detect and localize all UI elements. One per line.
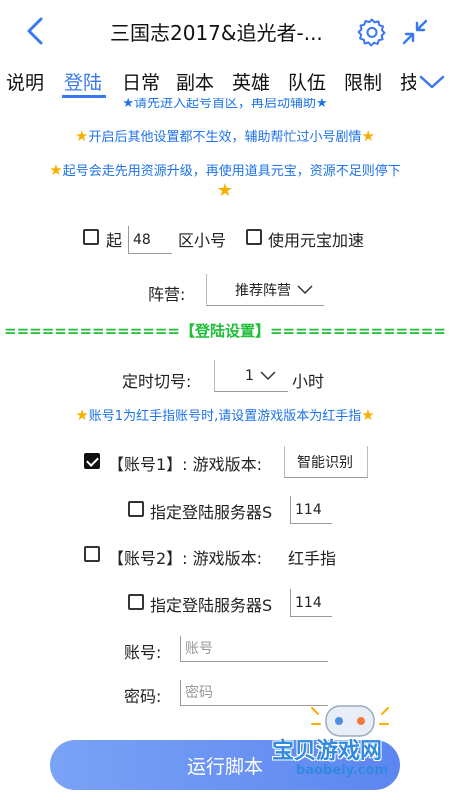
- chevron-down-icon: [260, 370, 276, 380]
- star-icon: ★: [75, 406, 89, 424]
- star-icon: ★: [361, 406, 375, 424]
- account1-server-checkbox[interactable]: [128, 501, 144, 517]
- star-icon: ★: [361, 127, 375, 145]
- tab-team[interactable]: 队伍: [288, 68, 326, 95]
- timer-hours-select[interactable]: 1: [214, 360, 288, 392]
- start-zone-checkbox[interactable]: [83, 229, 99, 245]
- tab-heroes[interactable]: 英雄: [232, 68, 270, 95]
- tab-dungeon[interactable]: 副本: [176, 68, 214, 95]
- account2-server-label: 指定登陆服务器S: [150, 596, 273, 615]
- ingot-speedup-label: 使用元宝加速: [268, 231, 365, 250]
- account2-server-checkbox[interactable]: [128, 594, 144, 610]
- chevron-left-icon: [27, 17, 43, 45]
- chevron-down-icon: [419, 75, 445, 89]
- star-icon: ★: [75, 127, 89, 145]
- star-icon: ★: [216, 180, 234, 201]
- account-label: 账号:: [124, 643, 162, 662]
- account2-server-input[interactable]: [290, 589, 332, 617]
- timer-switch-label: 定时切号:: [122, 372, 192, 391]
- account2-version-value[interactable]: 红手指: [288, 545, 336, 569]
- star-icon: ★: [49, 161, 63, 179]
- timer-unit-label: 小时: [292, 372, 325, 391]
- watermark-text: 宝贝游戏网: [272, 739, 383, 764]
- account2-label: 【账号2】: 游戏版本:: [108, 549, 263, 568]
- zone-number-input[interactable]: [128, 226, 172, 254]
- account1-server-label: 指定登陆服务器S: [150, 503, 273, 522]
- notice-line-1: ★开启后其他设置都不生效，辅助帮忙过小号剧情★: [75, 127, 375, 145]
- ingot-speedup-checkbox[interactable]: [246, 229, 262, 245]
- page-title: 三国志2017&追光者-...: [110, 21, 323, 45]
- tab-instructions[interactable]: 说明: [6, 68, 44, 95]
- zone-suffix-label: 区小号: [178, 231, 227, 250]
- camp-label: 阵营:: [148, 285, 186, 304]
- start-zone-label: 起: [106, 231, 123, 250]
- account1-version-select[interactable]: 智能识别: [284, 446, 368, 478]
- account1-server-input[interactable]: [290, 496, 332, 524]
- settings-button[interactable]: [354, 14, 390, 50]
- notice-line-2: ★起号会走先用资源升级，再使用道具元宝，资源不足则停下: [49, 161, 401, 179]
- watermark-url: baobeiy.com: [296, 763, 388, 778]
- account-tip: ★账号1为红手指账号时,请设置游戏版本为红手指★: [75, 406, 375, 424]
- tab-daily[interactable]: 日常: [122, 68, 160, 95]
- shrink-arrows-icon: [402, 19, 428, 45]
- password-label: 密码:: [124, 687, 162, 706]
- gear-icon: [357, 18, 386, 47]
- account1-label: 【账号1】: 游戏版本:: [108, 455, 263, 474]
- notice-clipped: ★请先进入起号首区，再启动辅助★: [122, 98, 328, 111]
- tabs-expand-button[interactable]: [416, 64, 448, 100]
- account2-checkbox[interactable]: [84, 546, 100, 562]
- chevron-down-icon: [297, 284, 313, 294]
- notice-line-2-star: ★: [0, 180, 450, 201]
- account-input[interactable]: [180, 636, 328, 662]
- account1-checkbox[interactable]: [84, 453, 100, 469]
- camp-select[interactable]: 推荐阵营: [206, 274, 324, 306]
- login-settings-section-title: ==============【登陆设置】==============: [4, 322, 446, 340]
- tab-limits[interactable]: 限制: [344, 68, 382, 95]
- minimize-button[interactable]: [398, 15, 432, 49]
- back-button[interactable]: [18, 14, 52, 48]
- title-bar: 三国志2017&追光者-...: [0, 0, 450, 62]
- tab-login[interactable]: 登陆: [64, 68, 102, 95]
